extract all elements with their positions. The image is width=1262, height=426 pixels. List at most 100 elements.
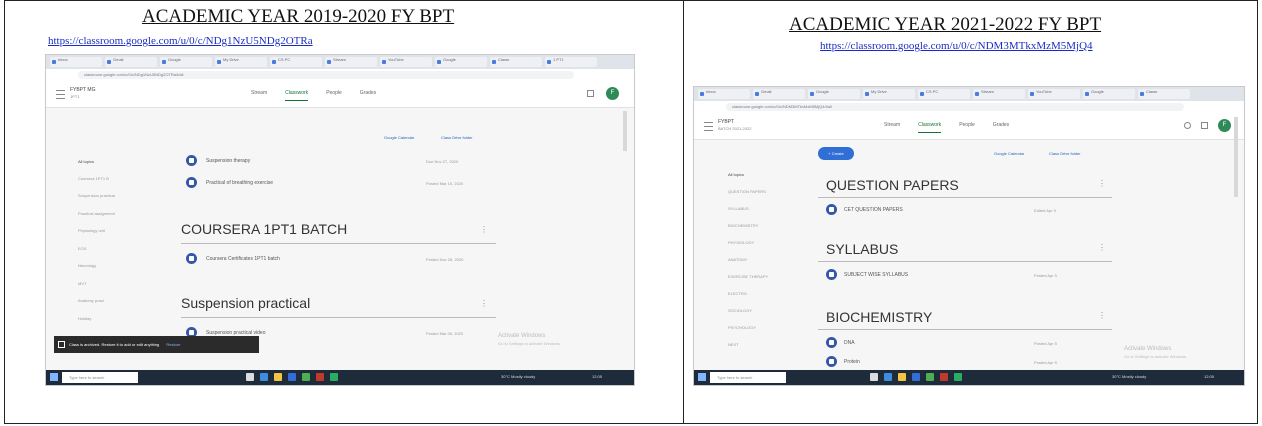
sidebar-item[interactable]: PSYCHOLOGY xyxy=(728,325,756,330)
sidebar-item[interactable]: Holiday xyxy=(78,316,91,321)
google-calendar-link[interactable]: Google Calendar xyxy=(384,135,414,140)
file-explorer-icon[interactable] xyxy=(898,373,906,381)
sidebar-item[interactable]: EXERCISE THERAPY xyxy=(728,274,768,279)
store-icon[interactable] xyxy=(912,373,920,381)
tab-people[interactable]: People xyxy=(959,122,975,133)
browser-tab[interactable]: YouTube xyxy=(1028,89,1080,99)
sidebar-item[interactable]: BIOCHEMISTRY xyxy=(728,223,758,228)
address-bar[interactable]: classroom.google.com/u/0/c/NDM3MTkxMzM5M… xyxy=(726,103,1184,111)
browser-tab[interactable]: YouTube xyxy=(380,57,432,67)
restore-button[interactable]: Restore xyxy=(166,342,180,347)
sidebar-item[interactable]: SOCIOLOGY xyxy=(728,308,752,313)
browser-tab[interactable]: My Drive xyxy=(215,57,267,67)
sidebar-item[interactable]: Neurology xyxy=(78,263,96,268)
right-classroom-link[interactable]: https://classroom.google.com/u/0/c/NDM3M… xyxy=(820,40,1093,52)
sidebar-item[interactable]: NEXT xyxy=(728,342,739,347)
more-options-icon[interactable]: ⋮ xyxy=(480,299,488,308)
tab-classwork[interactable]: Classwork xyxy=(285,90,309,101)
browser-tab[interactable]: 1 PT1 xyxy=(545,57,597,67)
sidebar-item[interactable]: Physiology unit xyxy=(78,228,105,233)
classwork-item[interactable]: Practical of breathing exercise xyxy=(206,180,273,186)
sidebar-item[interactable]: SYLLABUS xyxy=(728,206,749,211)
browser-tab[interactable]: Google xyxy=(1083,89,1135,99)
browser-tab[interactable]: Gmail xyxy=(753,89,805,99)
create-button[interactable]: + Create xyxy=(818,147,854,160)
classwork-item[interactable]: Suspension therapy xyxy=(206,158,250,164)
browser-tab[interactable]: My Drive xyxy=(863,89,915,99)
browser-tab[interactable]: Classr xyxy=(1138,89,1190,99)
menu-icon[interactable] xyxy=(704,122,713,131)
chrome-icon[interactable] xyxy=(926,373,934,381)
taskbar-search[interactable]: Type here to search xyxy=(62,372,138,383)
weather-tray[interactable]: 30°C Mostly cloudy xyxy=(1112,374,1146,379)
sidebar-item[interactable]: Coursera 1PT1 B xyxy=(78,176,109,181)
weather-tray[interactable]: 30°C Mostly cloudy xyxy=(501,374,535,379)
browser-tab[interactable]: Stream xyxy=(973,89,1025,99)
browser-tab[interactable]: Stream xyxy=(325,57,377,67)
browser-tab[interactable]: Gmail xyxy=(105,57,157,67)
task-view-icon[interactable] xyxy=(246,373,254,381)
tab-people[interactable]: People xyxy=(326,90,342,101)
more-options-icon[interactable]: ⋮ xyxy=(480,225,488,234)
google-calendar-link[interactable]: Google Calendar xyxy=(994,151,1024,156)
sidebar-item[interactable]: EOS xyxy=(78,246,86,251)
settings-icon[interactable] xyxy=(1184,122,1191,129)
sidebar-item[interactable]: Suspension practical xyxy=(78,193,115,198)
left-classroom-link[interactable]: https://classroom.google.com/u/0/c/NDg1N… xyxy=(48,35,313,47)
classwork-item[interactable]: CET QUESTION PAPERS xyxy=(844,207,903,213)
app-icon[interactable] xyxy=(940,373,948,381)
task-view-icon[interactable] xyxy=(870,373,878,381)
tab-classwork[interactable]: Classwork xyxy=(918,122,942,133)
apps-icon[interactable] xyxy=(1201,122,1208,129)
browser-tab[interactable]: Inbox xyxy=(50,57,102,67)
avatar[interactable]: F xyxy=(606,87,619,100)
tab-stream[interactable]: Stream xyxy=(251,90,267,101)
more-options-icon[interactable]: ⋮ xyxy=(1098,179,1106,188)
browser-tab[interactable]: CS PC xyxy=(918,89,970,99)
scrollbar[interactable] xyxy=(1234,117,1238,197)
sidebar-item[interactable]: ANATOMY xyxy=(728,257,747,262)
avatar[interactable]: F xyxy=(1218,119,1231,132)
app-icon[interactable] xyxy=(316,373,324,381)
chrome-icon[interactable] xyxy=(302,373,310,381)
edge-icon[interactable] xyxy=(260,373,268,381)
edge-icon[interactable] xyxy=(884,373,892,381)
windows-start-icon[interactable] xyxy=(698,373,706,381)
more-options-icon[interactable]: ⋮ xyxy=(1098,311,1106,320)
taskbar-search[interactable]: Type here to search xyxy=(710,372,786,383)
address-bar[interactable]: classroom.google.com/u/0/c/NDg1NzU5NDg2O… xyxy=(78,71,574,79)
sidebar-item[interactable]: Anatomy pract xyxy=(78,298,104,303)
browser-tab[interactable]: CS PC xyxy=(270,57,322,67)
sidebar-item[interactable]: QUESTION PAPERS xyxy=(728,189,766,194)
tab-stream[interactable]: Stream xyxy=(884,122,900,133)
tab-grades[interactable]: Grades xyxy=(360,90,376,101)
classwork-item[interactable]: DNA xyxy=(844,340,855,346)
classwork-item[interactable]: Coursera Certificates 1PT1 batch xyxy=(206,256,280,262)
classwork-item[interactable]: Protein xyxy=(844,359,860,365)
scrollbar[interactable] xyxy=(623,111,627,151)
classwork-item[interactable]: SUBJECT WISE SYLLABUS xyxy=(844,272,908,278)
sidebar-item[interactable]: ELECTRO xyxy=(728,291,747,296)
more-options-icon[interactable]: ⋮ xyxy=(1098,243,1106,252)
clock[interactable]: 12:05 xyxy=(1204,374,1214,379)
browser-tab[interactable]: Google xyxy=(160,57,212,67)
tab-grades[interactable]: Grades xyxy=(993,122,1009,133)
windows-start-icon[interactable] xyxy=(50,373,58,381)
sidebar-item[interactable]: All topics xyxy=(728,172,744,177)
browser-tab[interactable]: Classr xyxy=(490,57,542,67)
excel-icon[interactable] xyxy=(954,373,962,381)
class-drive-folder-link[interactable]: Class Drive folder xyxy=(1049,151,1081,156)
store-icon[interactable] xyxy=(288,373,296,381)
browser-tab[interactable]: Google xyxy=(808,89,860,99)
sidebar-item[interactable]: Practical assignment xyxy=(78,211,115,216)
browser-tab[interactable]: Inbox xyxy=(698,89,750,99)
sidebar-item[interactable]: All topics xyxy=(78,159,94,164)
clock[interactable]: 12:05 xyxy=(592,374,602,379)
excel-icon[interactable] xyxy=(330,373,338,381)
file-explorer-icon[interactable] xyxy=(274,373,282,381)
browser-tab[interactable]: Google xyxy=(435,57,487,67)
menu-icon[interactable] xyxy=(56,90,65,99)
sidebar-item[interactable]: PHYSIOLOGY xyxy=(728,240,754,245)
apps-icon[interactable] xyxy=(587,90,594,97)
sidebar-item[interactable]: MVT xyxy=(78,281,86,286)
